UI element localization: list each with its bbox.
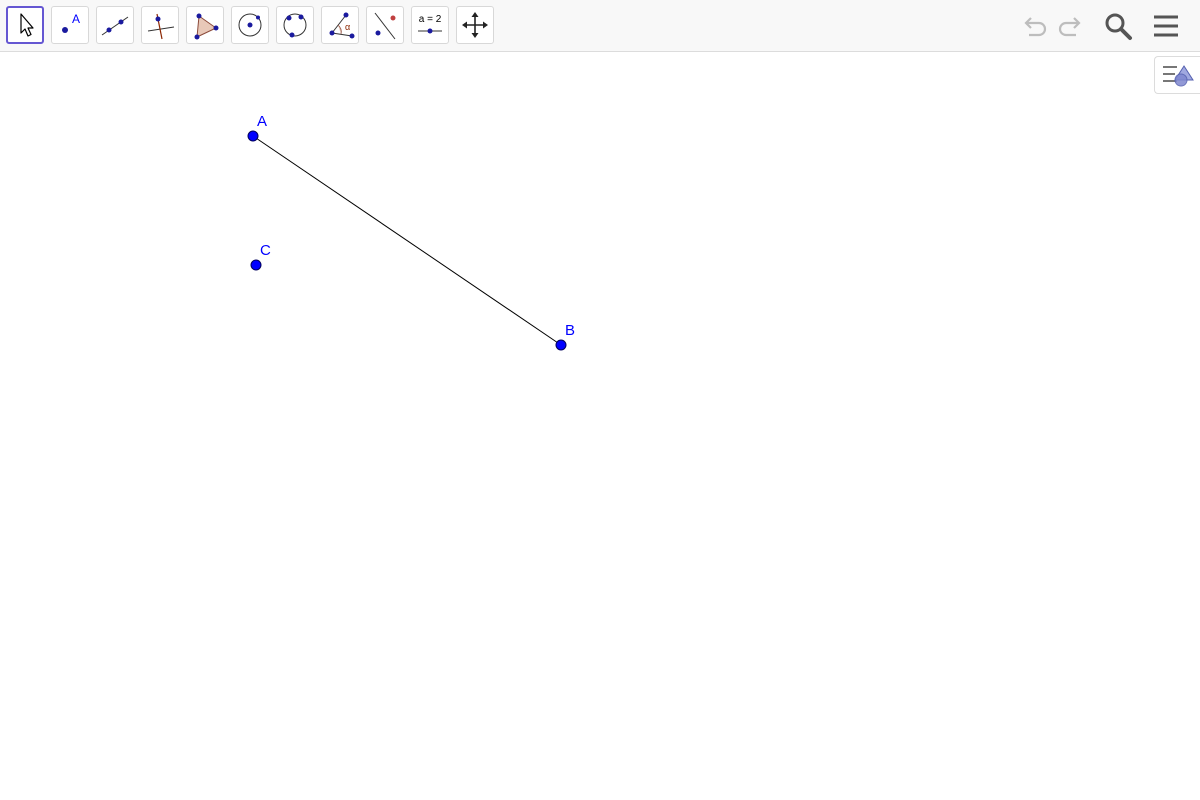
circle-center-point-icon [238, 13, 262, 37]
reflect-about-line-icon [374, 12, 396, 40]
angle-tool-label: α [345, 22, 350, 32]
segment-ab[interactable] [252, 135, 562, 346]
undo-icon [1024, 17, 1047, 37]
polygon-tool-button[interactable] [186, 6, 224, 44]
circle-three-points-icon [283, 13, 307, 38]
style-bar-toggle-button[interactable] [1154, 56, 1200, 94]
perpendicular-line-icon [147, 13, 175, 40]
move-graphics-view-icon [462, 12, 488, 38]
graphics-view[interactable]: A B C [0, 52, 1200, 800]
search-icon [1105, 13, 1132, 40]
redo-icon [1058, 17, 1081, 37]
line-through-two-points-icon [101, 16, 129, 36]
angle-tool-button[interactable]: α [321, 6, 359, 44]
search-button[interactable] [1100, 8, 1136, 44]
point-b[interactable] [555, 339, 567, 351]
style-bar-icon [1162, 65, 1194, 87]
angle-icon: α [329, 12, 355, 39]
redo-button[interactable] [1053, 8, 1089, 44]
slider-icon: a = 2 [418, 14, 442, 34]
reflect-tool-button[interactable] [366, 6, 404, 44]
point-a[interactable] [247, 130, 259, 142]
point-tool-label: A [72, 12, 80, 26]
move-graphics-view-tool-button[interactable] [456, 6, 494, 44]
main-menu-button[interactable] [1148, 8, 1184, 44]
circle-three-points-tool-button[interactable] [276, 6, 314, 44]
point-tool-button[interactable]: A [51, 6, 89, 44]
point-b-label: B [565, 322, 575, 339]
point-c-label: C [260, 242, 271, 259]
circle-center-tool-button[interactable] [231, 6, 269, 44]
move-arrow-icon [20, 13, 34, 37]
move-tool-button[interactable] [6, 6, 44, 44]
slider-tool-button[interactable]: a = 2 [411, 6, 449, 44]
polygon-icon [194, 13, 219, 40]
hamburger-menu-icon [1154, 15, 1178, 37]
line-tool-button[interactable] [96, 6, 134, 44]
perpendicular-line-tool-button[interactable] [141, 6, 179, 44]
undo-button[interactable] [1016, 8, 1052, 44]
point-icon: A [62, 12, 80, 33]
toolbar: A α a = 2 [0, 0, 1200, 52]
slider-tool-label: a = 2 [419, 14, 442, 25]
point-a-label: A [257, 113, 267, 130]
point-c[interactable] [250, 259, 262, 271]
